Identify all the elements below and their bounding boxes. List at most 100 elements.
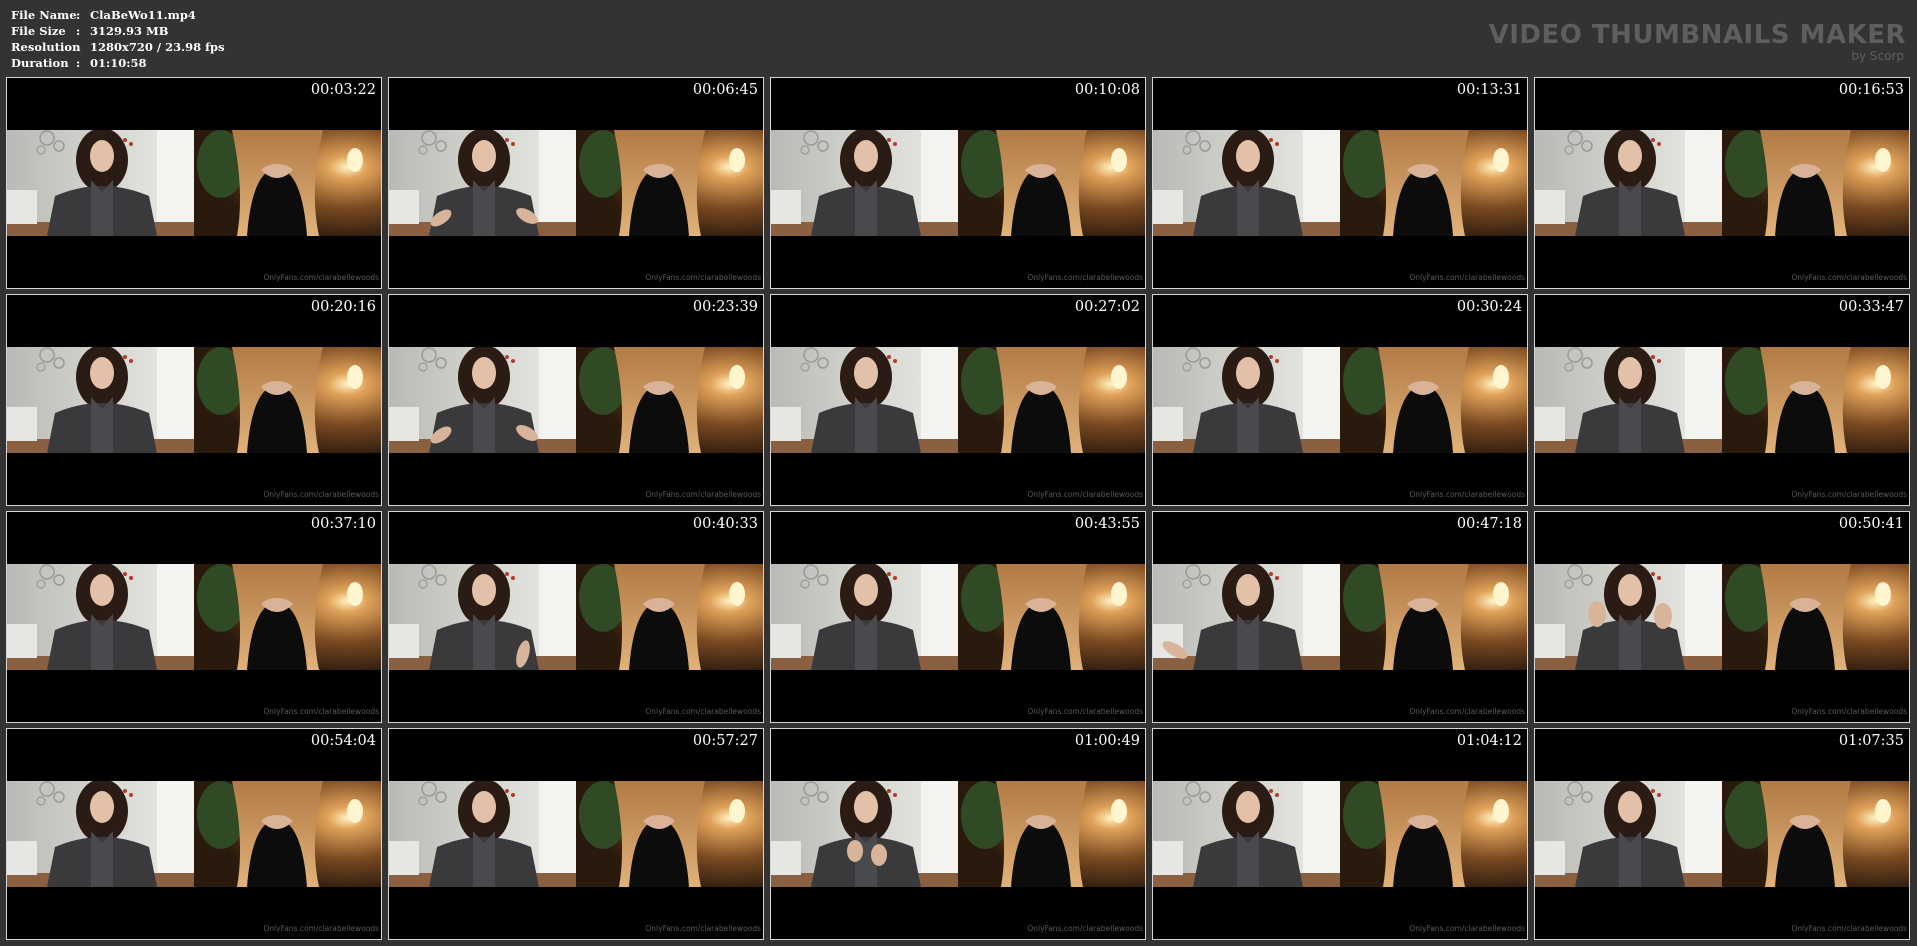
thumbnail-watermark: OnlyFans.com/clarabellewoods <box>1027 490 1143 499</box>
video-thumbnail: 00:06:45 OnlyFans.com/clarabellewoods <box>388 77 764 289</box>
video-thumbnail: 00:03:22 OnlyFans.com/clarabellewoods <box>6 77 382 289</box>
thumbnail-watermark: OnlyFans.com/clarabellewoods <box>645 273 761 282</box>
app-logo: VIDEO THUMBNAILS MAKER by Scorp <box>1489 20 1906 62</box>
thumbnail-watermark: OnlyFans.com/clarabellewoods <box>263 490 379 499</box>
video-thumbnail: 01:00:49 OnlyFans.com/clarabellewoods <box>770 728 1146 940</box>
video-thumbnail: 00:16:53 OnlyFans.com/clarabellewoods <box>1534 77 1910 289</box>
info-value: 3129.93 MB <box>90 24 169 38</box>
video-thumbnail: 00:27:02 OnlyFans.com/clarabellewoods <box>770 294 1146 506</box>
logo-title: VIDEO THUMBNAILS MAKER <box>1488 20 1906 50</box>
thumbnail-watermark: OnlyFans.com/clarabellewoods <box>645 490 761 499</box>
video-thumbnail: 00:10:08 OnlyFans.com/clarabellewoods <box>770 77 1146 289</box>
video-frame-image <box>7 130 381 236</box>
file-info: File Name : ClaBeWo11.mp4 File Size : 31… <box>11 7 225 71</box>
video-thumbnail: 01:07:35 OnlyFans.com/clarabellewoods <box>1534 728 1910 940</box>
thumbnail-timestamp: 00:27:02 <box>1074 299 1140 315</box>
info-row-duration: Duration : 01:10:58 <box>11 55 225 71</box>
video-thumbnail: 00:43:55 OnlyFans.com/clarabellewoods <box>770 511 1146 723</box>
video-frame-image <box>771 564 1145 670</box>
video-frame-image <box>1535 130 1909 236</box>
info-separator: : <box>76 8 81 22</box>
thumbnail-watermark: OnlyFans.com/clarabellewoods <box>1791 924 1907 933</box>
thumbnail-timestamp: 00:40:33 <box>692 516 758 532</box>
video-thumbnail: 01:04:12 OnlyFans.com/clarabellewoods <box>1152 728 1528 940</box>
video-frame-image <box>771 781 1145 887</box>
video-thumbnail: 00:20:16 OnlyFans.com/clarabellewoods <box>6 294 382 506</box>
thumbnail-timestamp: 00:47:18 <box>1456 516 1522 532</box>
video-frame-image <box>771 130 1145 236</box>
info-value: ClaBeWo11.mp4 <box>90 8 196 22</box>
info-separator: : <box>76 56 81 70</box>
video-frame-image <box>1153 347 1527 453</box>
info-value: 01:10:58 <box>90 56 147 70</box>
video-frame-image <box>7 347 381 453</box>
video-frame-image <box>389 564 763 670</box>
info-separator: : <box>76 40 81 54</box>
video-frame-image <box>389 347 763 453</box>
thumbnail-timestamp: 00:06:45 <box>692 82 758 98</box>
video-frame-image <box>389 781 763 887</box>
thumbnail-watermark: OnlyFans.com/clarabellewoods <box>263 924 379 933</box>
thumbnail-timestamp: 00:23:39 <box>692 299 758 315</box>
thumbnail-timestamp: 01:00:49 <box>1074 733 1140 749</box>
thumbnail-timestamp: 01:04:12 <box>1456 733 1522 749</box>
info-label: File Size <box>11 24 66 38</box>
video-frame-image <box>1535 564 1909 670</box>
info-row-resolution: Resolution : 1280x720 / 23.98 fps <box>11 39 225 55</box>
thumbnail-timestamp: 00:03:22 <box>310 82 376 98</box>
info-separator: : <box>76 24 81 38</box>
thumbnail-timestamp: 00:13:31 <box>1456 82 1522 98</box>
video-frame-image <box>7 564 381 670</box>
video-frame-image <box>389 130 763 236</box>
thumbnail-watermark: OnlyFans.com/clarabellewoods <box>1027 273 1143 282</box>
thumbnail-timestamp: 00:57:27 <box>692 733 758 749</box>
video-frame-image <box>1153 130 1527 236</box>
thumbnail-watermark: OnlyFans.com/clarabellewoods <box>1791 273 1907 282</box>
thumbnail-timestamp: 00:54:04 <box>310 733 376 749</box>
thumbnail-watermark: OnlyFans.com/clarabellewoods <box>1027 924 1143 933</box>
video-frame-image <box>1153 564 1527 670</box>
video-thumbnail: 00:57:27 OnlyFans.com/clarabellewoods <box>388 728 764 940</box>
thumbnail-watermark: OnlyFans.com/clarabellewoods <box>263 707 379 716</box>
info-row-file-size: File Size : 3129.93 MB <box>11 23 225 39</box>
thumbnail-watermark: OnlyFans.com/clarabellewoods <box>1791 490 1907 499</box>
video-thumbnail: 00:13:31 OnlyFans.com/clarabellewoods <box>1152 77 1528 289</box>
video-thumbnail: 00:23:39 OnlyFans.com/clarabellewoods <box>388 294 764 506</box>
thumbnail-watermark: OnlyFans.com/clarabellewoods <box>1409 707 1525 716</box>
thumbnail-watermark: OnlyFans.com/clarabellewoods <box>1409 273 1525 282</box>
video-frame-image <box>1153 781 1527 887</box>
thumbnail-timestamp: 00:20:16 <box>310 299 376 315</box>
info-label: File Name <box>11 8 77 22</box>
video-frame-image <box>1535 781 1909 887</box>
thumbnail-watermark: OnlyFans.com/clarabellewoods <box>263 273 379 282</box>
thumbnail-watermark: OnlyFans.com/clarabellewoods <box>1409 924 1525 933</box>
video-frame-image <box>771 347 1145 453</box>
logo-subtitle: by Scorp <box>1851 49 1904 63</box>
thumbnail-timestamp: 00:30:24 <box>1456 299 1522 315</box>
video-thumbnail: 00:40:33 OnlyFans.com/clarabellewoods <box>388 511 764 723</box>
info-row-file-name: File Name : ClaBeWo11.mp4 <box>11 7 225 23</box>
thumbnail-watermark: OnlyFans.com/clarabellewoods <box>645 707 761 716</box>
video-thumbnail: 00:30:24 OnlyFans.com/clarabellewoods <box>1152 294 1528 506</box>
thumbnail-timestamp: 00:10:08 <box>1074 82 1140 98</box>
thumbnail-timestamp: 01:07:35 <box>1838 733 1904 749</box>
thumbnail-watermark: OnlyFans.com/clarabellewoods <box>1791 707 1907 716</box>
thumbnail-watermark: OnlyFans.com/clarabellewoods <box>1027 707 1143 716</box>
video-thumbnail: 00:37:10 OnlyFans.com/clarabellewoods <box>6 511 382 723</box>
video-frame-image <box>1535 347 1909 453</box>
info-label: Duration <box>11 56 69 70</box>
video-thumbnail: 00:54:04 OnlyFans.com/clarabellewoods <box>6 728 382 940</box>
thumbnail-timestamp: 00:50:41 <box>1838 516 1904 532</box>
thumbnail-timestamp: 00:16:53 <box>1838 82 1904 98</box>
video-thumbnail: 00:33:47 OnlyFans.com/clarabellewoods <box>1534 294 1910 506</box>
thumbnail-watermark: OnlyFans.com/clarabellewoods <box>645 924 761 933</box>
thumbnail-timestamp: 00:33:47 <box>1838 299 1904 315</box>
info-value: 1280x720 / 23.98 fps <box>90 40 225 54</box>
video-frame-image <box>7 781 381 887</box>
video-thumbnail: 00:50:41 OnlyFans.com/clarabellewoods <box>1534 511 1910 723</box>
thumbnail-timestamp: 00:37:10 <box>310 516 376 532</box>
thumbnail-timestamp: 00:43:55 <box>1074 516 1140 532</box>
thumbnail-watermark: OnlyFans.com/clarabellewoods <box>1409 490 1525 499</box>
video-thumbnail: 00:47:18 OnlyFans.com/clarabellewoods <box>1152 511 1528 723</box>
info-label: Resolution <box>11 40 81 54</box>
